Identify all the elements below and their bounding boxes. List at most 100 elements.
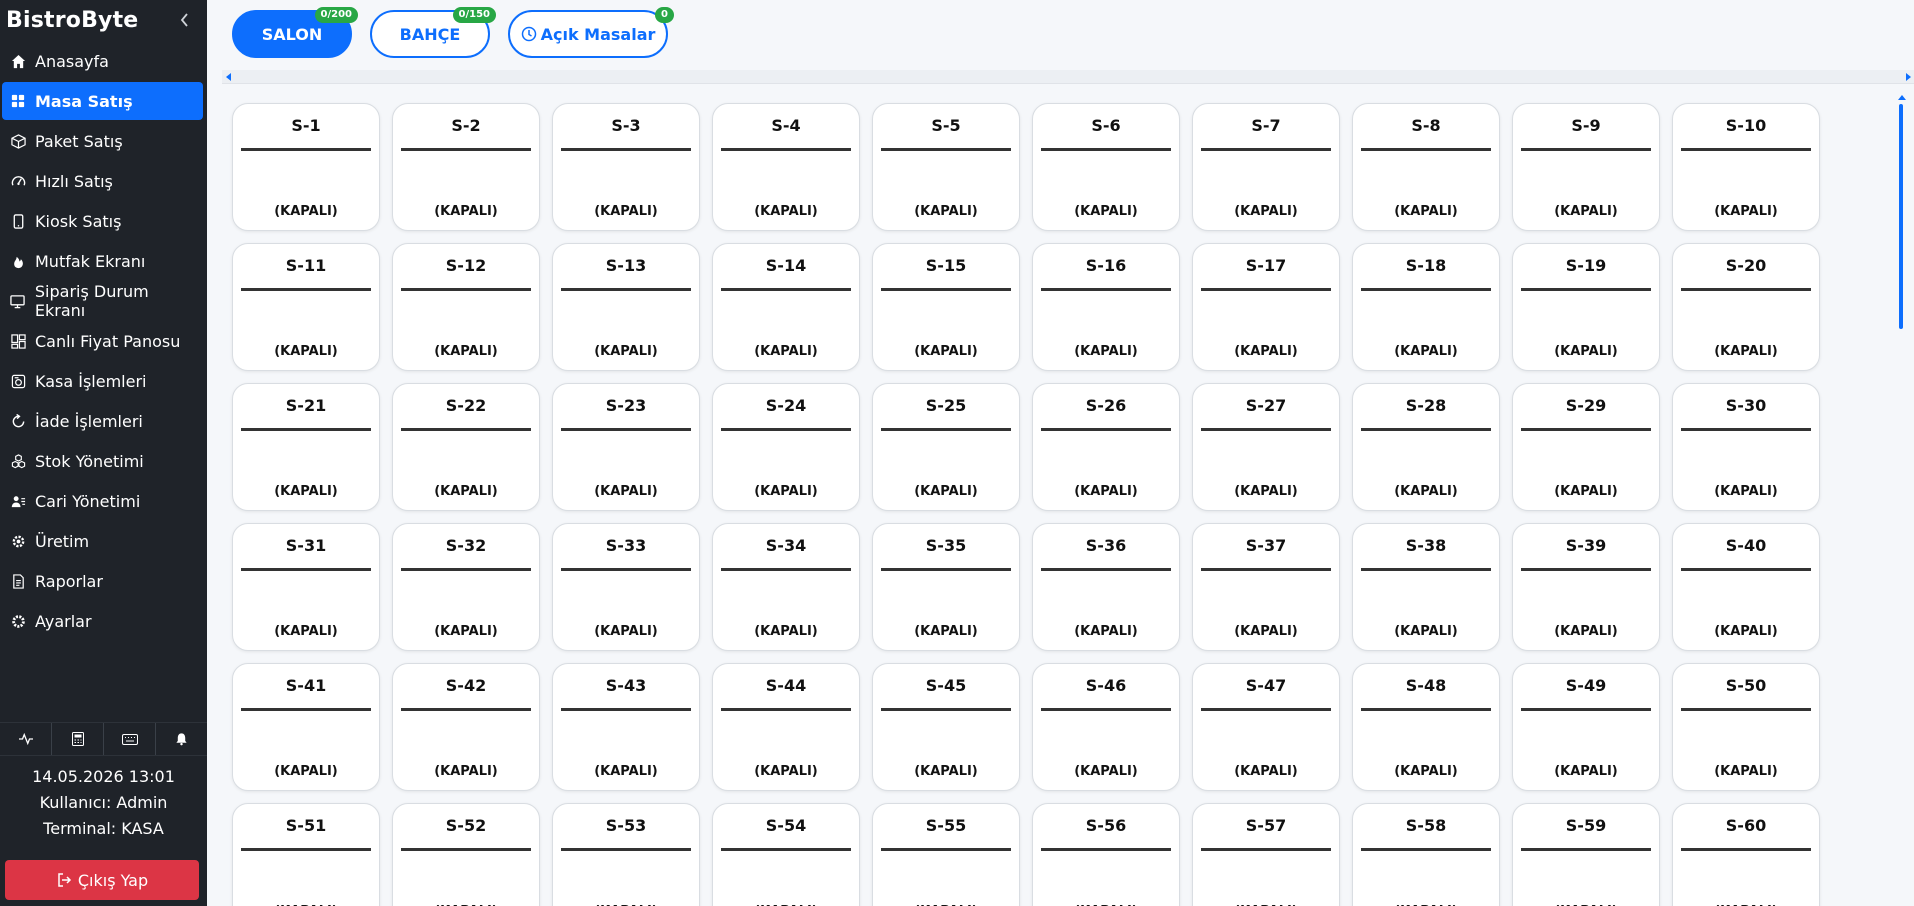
table-card[interactable]: S-13 (KAPALI) [552, 243, 700, 371]
table-card[interactable]: S-11 (KAPALI) [232, 243, 380, 371]
table-card[interactable]: S-32 (KAPALI) [392, 523, 540, 651]
table-card[interactable]: S-14 (KAPALI) [712, 243, 860, 371]
table-card[interactable]: S-10 (KAPALI) [1672, 103, 1820, 231]
table-card[interactable]: S-2 (KAPALI) [392, 103, 540, 231]
table-card[interactable]: S-46 (KAPALI) [1032, 663, 1180, 791]
table-card[interactable]: S-27 (KAPALI) [1192, 383, 1340, 511]
table-status: (KAPALI) [1234, 204, 1298, 219]
table-card[interactable]: S-39 (KAPALI) [1512, 523, 1660, 651]
calculator-button[interactable] [52, 723, 104, 755]
sidebar-item-cari-yonetimi[interactable]: Cari Yönetimi [2, 482, 203, 520]
table-card[interactable]: S-52(KAPALI) [392, 803, 540, 906]
tab-acik-masalar[interactable]: Açık Masalar 0 [508, 7, 674, 58]
table-status: (KAPALI) [1234, 624, 1298, 639]
table-status: (KAPALI) [914, 204, 978, 219]
table-card[interactable]: S-38 (KAPALI) [1352, 523, 1500, 651]
keyboard-button[interactable] [104, 723, 156, 755]
scroll-up-icon[interactable] [1898, 95, 1906, 100]
table-card[interactable]: S-3 (KAPALI) [552, 103, 700, 231]
table-card[interactable]: S-29 (KAPALI) [1512, 383, 1660, 511]
table-status: (KAPALI) [1394, 344, 1458, 359]
table-card[interactable]: S-59(KAPALI) [1512, 803, 1660, 906]
table-card[interactable]: S-41 (KAPALI) [232, 663, 380, 791]
table-card[interactable]: S-28 (KAPALI) [1352, 383, 1500, 511]
table-card[interactable]: S-42 (KAPALI) [392, 663, 540, 791]
activity-button[interactable] [0, 723, 52, 755]
sidebar-item-siparis-durum-ekrani[interactable]: Sipariş Durum Ekranı [2, 282, 203, 320]
scroll-left-icon[interactable] [226, 73, 231, 81]
table-card[interactable]: S-4 (KAPALI) [712, 103, 860, 231]
table-card[interactable]: S-23 (KAPALI) [552, 383, 700, 511]
table-card[interactable]: S-7 (KAPALI) [1192, 103, 1340, 231]
table-card[interactable]: S-51(KAPALI) [232, 803, 380, 906]
table-card[interactable]: S-19 (KAPALI) [1512, 243, 1660, 371]
table-card[interactable]: S-48 (KAPALI) [1352, 663, 1500, 791]
table-card[interactable]: S-60(KAPALI) [1672, 803, 1820, 906]
table-card[interactable]: S-45 (KAPALI) [872, 663, 1020, 791]
tab-salon[interactable]: SALON 0/200 [232, 7, 358, 58]
table-card[interactable]: S-9 (KAPALI) [1512, 103, 1660, 231]
sidebar-item-label: Cari Yönetimi [35, 491, 141, 511]
table-card[interactable]: S-43 (KAPALI) [552, 663, 700, 791]
table-card[interactable]: S-36 (KAPALI) [1032, 523, 1180, 651]
table-card[interactable]: S-56(KAPALI) [1032, 803, 1180, 906]
table-card[interactable]: S-5 (KAPALI) [872, 103, 1020, 231]
table-card[interactable]: S-33 (KAPALI) [552, 523, 700, 651]
table-card[interactable]: S-31 (KAPALI) [232, 523, 380, 651]
table-card[interactable]: S-58(KAPALI) [1352, 803, 1500, 906]
table-name: S-23 [605, 396, 647, 415]
sidebar-item-paket-satis[interactable]: Paket Satış [2, 122, 203, 160]
table-card[interactable]: S-1 (KAPALI) [232, 103, 380, 231]
table-grid: S-1 (KAPALI) S-2 (KAPALI) S-3 (KAPALI) S-4 (KAP… [232, 103, 1820, 906]
table-card[interactable]: S-40 (KAPALI) [1672, 523, 1820, 651]
count-badge: 0/200 [314, 7, 358, 23]
table-card[interactable]: S-35 (KAPALI) [872, 523, 1020, 651]
table-card[interactable]: S-54(KAPALI) [712, 803, 860, 906]
table-card[interactable]: S-53(KAPALI) [552, 803, 700, 906]
table-status: (KAPALI) [1394, 764, 1458, 779]
sidebar-item-masa-satis[interactable]: Masa Satış [2, 82, 203, 120]
table-card[interactable]: S-47 (KAPALI) [1192, 663, 1340, 791]
table-card[interactable]: S-21 (KAPALI) [232, 383, 380, 511]
table-card[interactable]: S-50 (KAPALI) [1672, 663, 1820, 791]
table-card[interactable]: S-18 (KAPALI) [1352, 243, 1500, 371]
chevron-left-icon[interactable] [175, 10, 195, 30]
table-card[interactable]: S-22 (KAPALI) [392, 383, 540, 511]
sidebar-item-kasa-islemleri[interactable]: Kasa İşlemleri [2, 362, 203, 400]
horizontal-scrollbar[interactable] [222, 70, 1914, 84]
table-card[interactable]: S-34 (KAPALI) [712, 523, 860, 651]
sidebar-item-uretim[interactable]: Üretim [2, 522, 203, 560]
table-card[interactable]: S-16 (KAPALI) [1032, 243, 1180, 371]
table-card[interactable]: S-25 (KAPALI) [872, 383, 1020, 511]
logout-button[interactable]: Çıkış Yap [5, 860, 199, 900]
notifications-button[interactable] [156, 723, 207, 755]
sidebar-item-kiosk-satis[interactable]: Kiosk Satış [2, 202, 203, 240]
table-card[interactable]: S-49 (KAPALI) [1512, 663, 1660, 791]
table-card[interactable]: S-8 (KAPALI) [1352, 103, 1500, 231]
table-card[interactable]: S-57(KAPALI) [1192, 803, 1340, 906]
table-card[interactable]: S-20 (KAPALI) [1672, 243, 1820, 371]
tab-bahce[interactable]: BAHÇE 0/150 [370, 7, 496, 58]
table-card[interactable]: S-15 (KAPALI) [872, 243, 1020, 371]
sidebar-item-canli-fiyat-panosu[interactable]: Canlı Fiyat Panosu [2, 322, 203, 360]
sidebar-item-iade-islemleri[interactable]: İade İşlemleri [2, 402, 203, 440]
vertical-scrollbar[interactable] [1895, 95, 1907, 906]
table-card[interactable]: S-30 (KAPALI) [1672, 383, 1820, 511]
table-card[interactable]: S-55(KAPALI) [872, 803, 1020, 906]
scrollbar-thumb[interactable] [1899, 104, 1903, 329]
table-card[interactable]: S-26 (KAPALI) [1032, 383, 1180, 511]
sidebar-item-ayarlar[interactable]: Ayarlar [2, 602, 203, 640]
refresh-icon [9, 412, 27, 430]
table-card[interactable]: S-17 (KAPALI) [1192, 243, 1340, 371]
table-card[interactable]: S-24 (KAPALI) [712, 383, 860, 511]
table-card[interactable]: S-6 (KAPALI) [1032, 103, 1180, 231]
table-card[interactable]: S-37 (KAPALI) [1192, 523, 1340, 651]
table-card[interactable]: S-44 (KAPALI) [712, 663, 860, 791]
scroll-right-icon[interactable] [1906, 73, 1911, 81]
sidebar-item-mutfak-ekrani[interactable]: Mutfak Ekranı [2, 242, 203, 280]
table-card[interactable]: S-12 (KAPALI) [392, 243, 540, 371]
sidebar-item-stok-yonetimi[interactable]: Stok Yönetimi [2, 442, 203, 480]
sidebar-item-hizli-satis[interactable]: Hızlı Satış [2, 162, 203, 200]
sidebar-item-raporlar[interactable]: Raporlar [2, 562, 203, 600]
sidebar-item-anasayfa[interactable]: Anasayfa [2, 42, 203, 80]
